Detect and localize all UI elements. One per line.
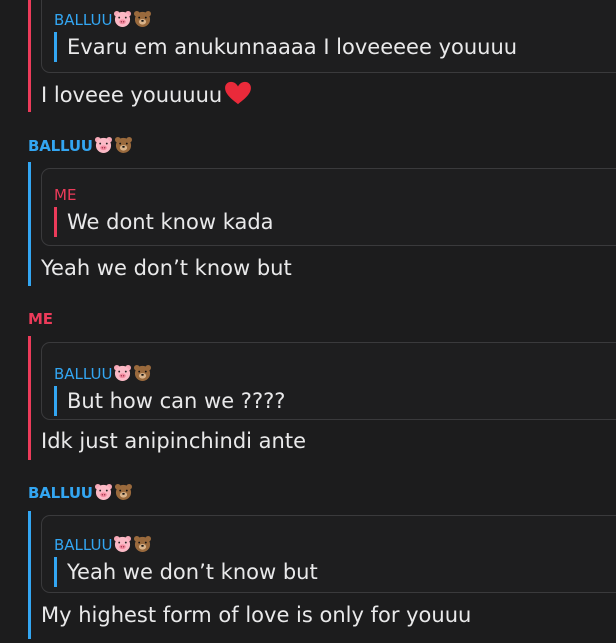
bear-face-icon: [133, 364, 152, 385]
sender-label: BALLUU: [28, 484, 93, 502]
pig-face-icon: [113, 364, 132, 385]
message-3[interactable]: ME BALLUU But how can we ???? Idk just a…: [0, 300, 616, 465]
quoted-sender-name: BALLUU: [54, 364, 152, 385]
pig-face-icon: [113, 535, 132, 556]
message-1[interactable]: BALLUU Evaru em anukunnaaaa I loveeeee y…: [0, 0, 616, 120]
quoted-sender-label: BALLUU: [54, 536, 113, 554]
sender-name: ME: [28, 310, 53, 328]
bear-face-icon: [114, 136, 133, 157]
reply-text: Idk just anipinchindi ante: [41, 429, 307, 453]
quoted-sender-name: BALLUU: [54, 10, 152, 31]
quoted-sender-name: ME: [54, 186, 77, 204]
quoted-text: We dont know kada: [54, 207, 616, 237]
bear-face-icon: [114, 483, 133, 504]
pig-face-icon: [94, 136, 113, 157]
quoted-text: Evaru em anukunnaaaa I loveeeee youuuu: [54, 32, 616, 62]
message-body: BALLUU But how can we ???? Idk just anip…: [28, 336, 616, 460]
sender-name: BALLUU: [28, 483, 133, 504]
reply-text: My highest form of love is only for youu…: [41, 603, 472, 627]
pig-face-icon: [94, 483, 113, 504]
bear-face-icon: [133, 535, 152, 556]
message-4[interactable]: BALLUU BALLUU Yeah we don’t know but My …: [0, 475, 616, 643]
quoted-sender-label: BALLUU: [54, 365, 113, 383]
bear-face-icon: [133, 10, 152, 31]
pig-face-icon: [113, 10, 132, 31]
sender-label: BALLUU: [28, 137, 93, 155]
message-body: BALLUU Yeah we don’t know but My highest…: [28, 511, 616, 639]
quoted-sender-label: BALLUU: [54, 11, 113, 29]
reply-text-wrap: I loveee youuuuu: [41, 80, 253, 113]
quoted-message[interactable]: BALLUU Yeah we don’t know but: [41, 515, 616, 593]
quoted-text: Yeah we don’t know but: [54, 557, 616, 587]
sender-name: BALLUU: [28, 136, 133, 157]
quoted-text: But how can we ????: [54, 386, 616, 416]
quoted-sender-name: BALLUU: [54, 535, 152, 556]
message-body: ME We dont know kada Yeah we don’t know …: [28, 162, 616, 286]
quoted-message[interactable]: ME We dont know kada: [41, 168, 616, 246]
reply-text: Yeah we don’t know but: [41, 256, 292, 280]
message-body: BALLUU Evaru em anukunnaaaa I loveeeee y…: [28, 0, 616, 112]
message-2[interactable]: BALLUU ME We dont know kada Yeah we don’…: [0, 130, 616, 290]
reply-text: I loveee youuuuu: [41, 83, 223, 107]
red-heart-icon: [223, 81, 253, 113]
quoted-message[interactable]: BALLUU Evaru em anukunnaaaa I loveeeee y…: [41, 0, 616, 73]
quoted-message[interactable]: BALLUU But how can we ????: [41, 342, 616, 420]
